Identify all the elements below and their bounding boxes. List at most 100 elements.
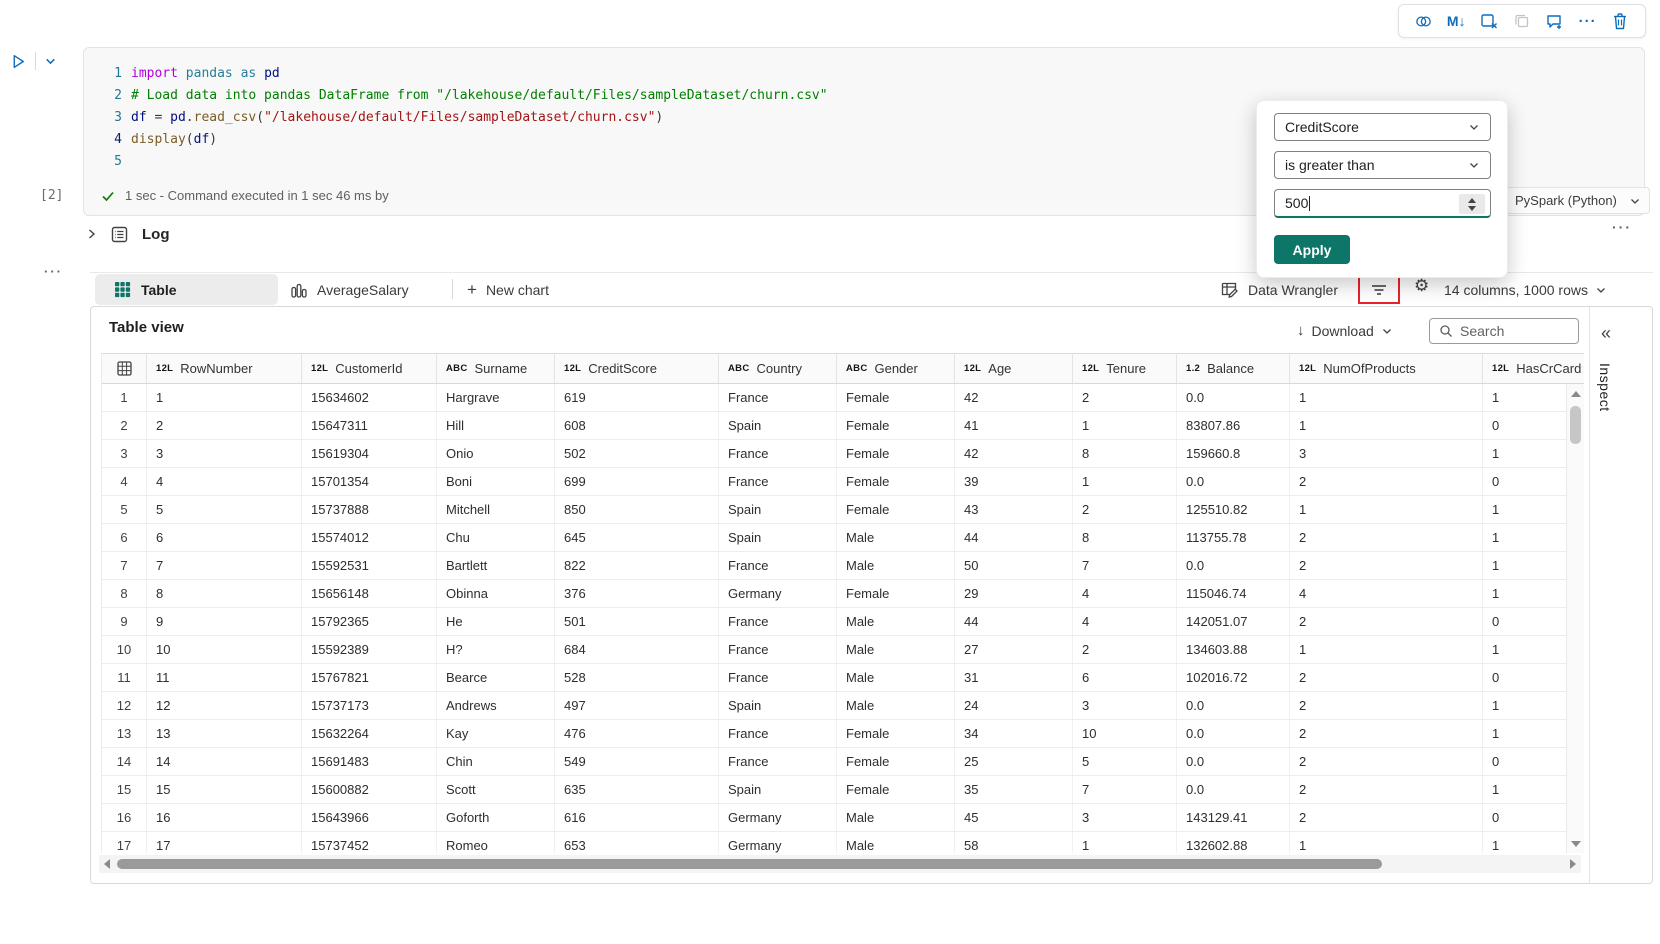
header-cell-numofproducts: 12L NumOfProducts	[1290, 354, 1483, 383]
column-type-icon: 1.2	[1186, 363, 1201, 374]
table-cell: 132602.88	[1177, 832, 1290, 853]
collapse-panel-button[interactable]: «	[1601, 323, 1611, 344]
output-more-options[interactable]: ···	[44, 264, 63, 279]
inspect-tab[interactable]: Inspect	[1597, 363, 1613, 412]
kernel-selector[interactable]: PySpark (Python)	[1506, 187, 1650, 214]
table-cell: 0.0	[1177, 552, 1290, 579]
table-cell: 2	[1290, 664, 1483, 691]
filter-value-input[interactable]: 500	[1274, 189, 1491, 218]
log-expander[interactable]: Log	[86, 222, 170, 246]
columns-rows-summary[interactable]: 14 columns, 1000 rows	[1444, 274, 1607, 305]
status-text: 1 sec - Command executed in 1 sec 46 ms …	[125, 188, 389, 203]
table-cell: 31	[955, 664, 1073, 691]
run-cell-button[interactable]	[10, 53, 27, 70]
number-spinner[interactable]	[1459, 194, 1485, 214]
table-cell: 1	[1290, 412, 1483, 439]
run-options-dropdown[interactable]	[44, 55, 57, 68]
chevron-down-icon	[1470, 163, 1478, 168]
text-cursor	[1309, 195, 1311, 211]
vertical-scrollbar-thumb[interactable]	[1570, 406, 1581, 444]
execution-count: [2]	[40, 188, 64, 203]
plus-icon: +	[467, 279, 477, 299]
add-comment-button[interactable]	[1542, 8, 1568, 34]
table-cell: 15737888	[302, 496, 437, 523]
copilot-button[interactable]	[1410, 8, 1436, 34]
table-cell: 6	[1073, 664, 1177, 691]
data-wrangler-button[interactable]: Data Wrangler	[1220, 274, 1338, 305]
table-cell: 476	[555, 720, 719, 747]
tab-averagesalary[interactable]: AverageSalary	[290, 274, 409, 305]
tab-table[interactable]: Table	[95, 274, 278, 305]
table-cell: Germany	[719, 804, 837, 831]
table-cell: 376	[555, 580, 719, 607]
scroll-down-arrow[interactable]	[1571, 841, 1581, 847]
kernel-label: PySpark (Python)	[1515, 193, 1617, 208]
table-cell: 42	[955, 384, 1073, 411]
cell-more-options[interactable]: ···	[1612, 219, 1632, 235]
table-cell: 699	[555, 468, 719, 495]
column-name: Country	[756, 361, 803, 376]
row-index-cell: 5	[102, 496, 147, 523]
table-cell: 11	[147, 664, 302, 691]
table-cell: 15737452	[302, 832, 437, 853]
column-type-icon: ABC	[446, 363, 468, 374]
delete-cell-button[interactable]	[1607, 8, 1633, 34]
table-cell: Spain	[719, 776, 837, 803]
horizontal-scrollbar[interactable]	[99, 855, 1581, 873]
scroll-right-arrow[interactable]	[1570, 859, 1576, 869]
cell-run-controls	[10, 52, 57, 70]
table-cell: 2	[1290, 524, 1483, 551]
table-cell: 2	[1290, 552, 1483, 579]
table-cell: 0.0	[1177, 748, 1290, 775]
settings-gear-icon[interactable]: ⚙	[1414, 276, 1429, 296]
scroll-up-arrow[interactable]	[1571, 391, 1581, 397]
row-index-cell: 16	[102, 804, 147, 831]
grid-header: 12L RowNumber 12L CustomerId ABC Surname 12L Cr…	[102, 354, 1584, 384]
table-cell: 1	[1290, 832, 1483, 853]
column-type-icon: 12L	[1299, 363, 1317, 374]
tab-averagesalary-label: AverageSalary	[317, 281, 409, 298]
table-cell: 8	[1073, 524, 1177, 551]
table-cell: 41	[955, 412, 1073, 439]
table-cell: 113755.78	[1177, 524, 1290, 551]
table-cell: France	[719, 720, 837, 747]
table-cell: 25	[955, 748, 1073, 775]
header-cell-gender: ABC Gender	[837, 354, 955, 383]
filter-button[interactable]	[1358, 276, 1400, 304]
more-options-button[interactable]: ···	[1575, 8, 1601, 34]
header-cell-rownumber: 12L RowNumber	[147, 354, 302, 383]
table-cell: 42	[955, 440, 1073, 467]
convert-to-markdown-button[interactable]: M↓	[1443, 8, 1469, 34]
table-cell: 13	[147, 720, 302, 747]
table-corner-icon	[116, 361, 132, 376]
table-cell: Bartlett	[437, 552, 555, 579]
table-cell: 15737173	[302, 692, 437, 719]
duplicate-cell-button[interactable]	[1509, 8, 1535, 34]
table-cell: 1	[1073, 468, 1177, 495]
horizontal-scrollbar-thumb[interactable]	[117, 859, 1382, 869]
row-index-cell: 12	[102, 692, 147, 719]
tab-divider	[452, 279, 453, 299]
apply-button[interactable]: Apply	[1274, 235, 1350, 264]
column-type-icon: 12L	[964, 363, 982, 374]
table-cell: Female	[837, 468, 955, 495]
filter-column-select[interactable]: CreditScore	[1274, 113, 1491, 141]
filter-operator-select[interactable]: is greater than	[1274, 151, 1491, 179]
header-cell-surname: ABC Surname	[437, 354, 555, 383]
scroll-left-arrow[interactable]	[104, 859, 110, 869]
table-cell: 2	[1290, 692, 1483, 719]
table-cell: Boni	[437, 468, 555, 495]
search-input[interactable]	[1460, 323, 1570, 339]
table-row: 11 11 15767821 Bearce 528 France Male 31 6 102016…	[102, 664, 1584, 692]
clear-output-button[interactable]	[1476, 8, 1502, 34]
new-chart-button[interactable]: + New chart	[467, 274, 549, 305]
row-index-cell: 13	[102, 720, 147, 747]
table-cell: 2	[1073, 496, 1177, 523]
table-cell: Romeo	[437, 832, 555, 853]
download-button[interactable]: ↓ Download	[1297, 322, 1393, 339]
table-cell: France	[719, 552, 837, 579]
table-cell: Obinna	[437, 580, 555, 607]
more-icon: ···	[1578, 12, 1597, 30]
vertical-scrollbar[interactable]	[1566, 384, 1584, 853]
table-cell: Female	[837, 384, 955, 411]
